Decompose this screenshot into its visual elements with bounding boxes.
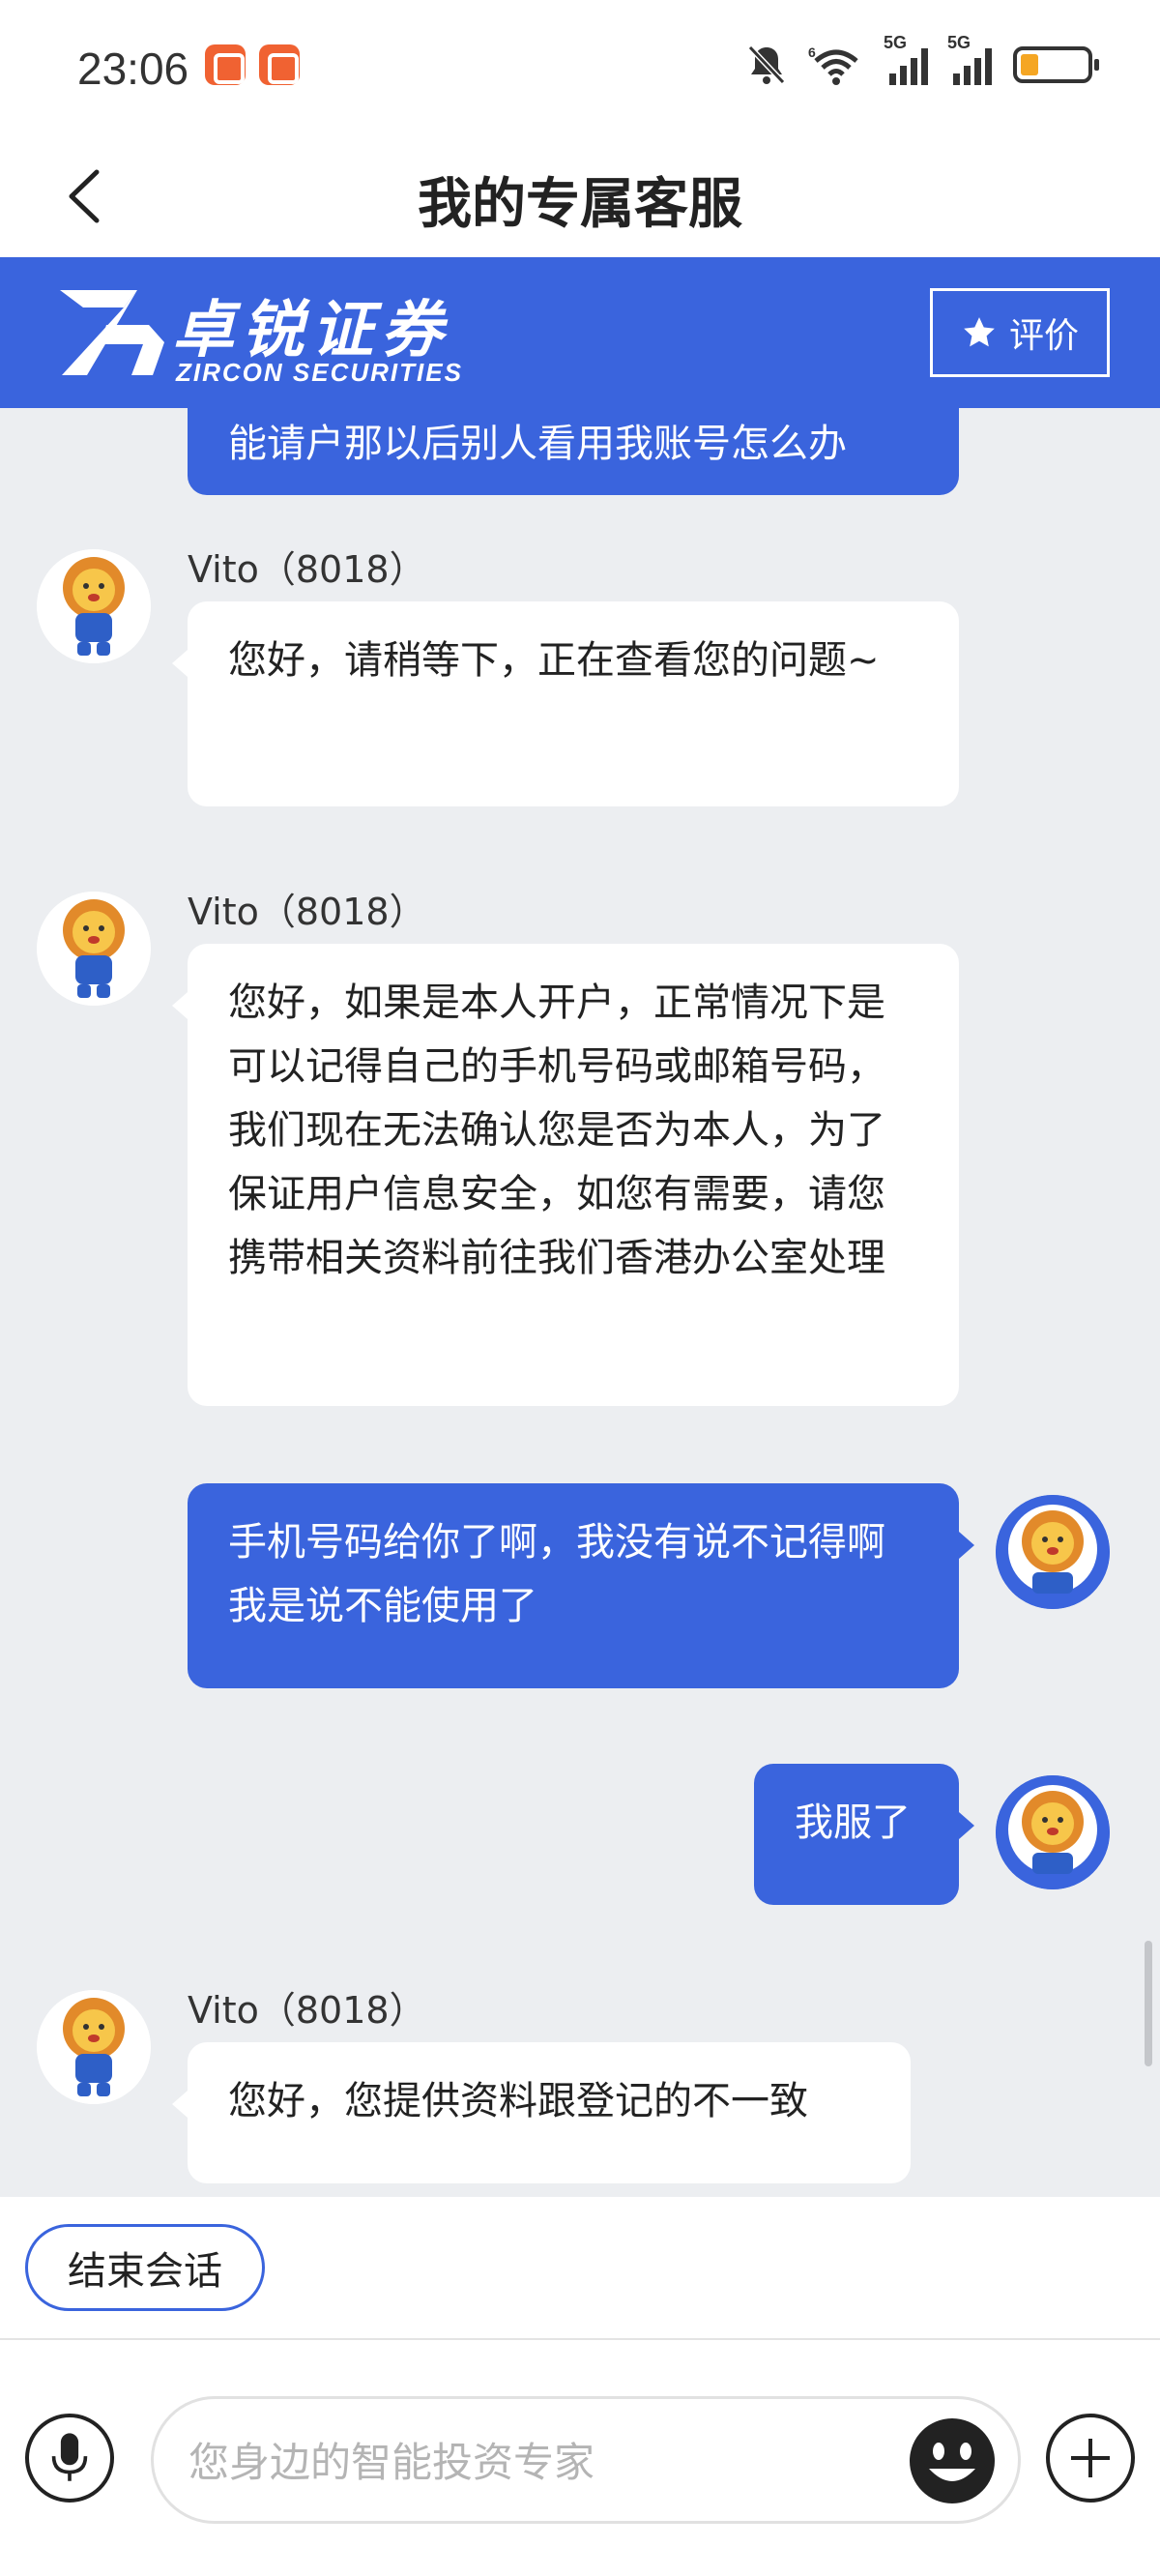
agent-name: Vito（8018） <box>188 548 426 591</box>
battery-icon <box>1013 46 1099 83</box>
agent-name: Vito（8018） <box>188 891 426 933</box>
cellular-signal-2-icon: 5G <box>947 33 992 85</box>
microphone-icon[interactable] <box>25 2414 114 2503</box>
plus-icon[interactable] <box>1046 2414 1135 2503</box>
chat-scrollbar[interactable] <box>1145 1941 1152 2066</box>
agent-message-bubble: 您好，如果是本人开户，正常情况下是可以记得自己的手机号码或邮箱号码，我们现在无法… <box>172 944 959 1406</box>
smiley-icon[interactable] <box>906 2415 999 2507</box>
brand-name-en: ZIRCON SECURITIES <box>176 358 463 387</box>
agent-message-bubble: 您好，请稍等下，正在查看您的问题~ <box>172 601 959 806</box>
user-message-bubble: 手机号码给你了啊，我没有说不记得啊我是说不能使用了 <box>188 1483 974 1688</box>
agent-avatar[interactable] <box>37 892 151 1006</box>
user-avatar[interactable] <box>996 1495 1110 1609</box>
svg-text:6: 6 <box>808 44 816 60</box>
agent-avatar[interactable] <box>37 549 151 663</box>
agent-name: Vito（8018） <box>188 1989 426 2032</box>
app-notification-icon <box>205 44 246 85</box>
message-input[interactable] <box>188 2428 846 2496</box>
user-message-bubble: 能请户那以后别人看用我账号怎么办 <box>188 408 959 495</box>
rate-button-label: 评价 <box>1008 316 1079 356</box>
status-time: 23:06 <box>77 44 189 94</box>
status-bar: 23:06 6 5G 5G <box>0 0 1160 135</box>
zircon-logo-icon <box>60 290 164 375</box>
end-session-button[interactable]: 结束会话 <box>25 2224 265 2311</box>
user-avatar[interactable] <box>996 1775 1110 1889</box>
page-title: 我的专属客服 <box>418 173 742 236</box>
quick-action-bar: 结束会话 <box>0 2197 1160 2340</box>
brand-banner: 卓锐证券 ZIRCON SECURITIES 评价 <box>0 257 1160 408</box>
status-icons: 6 5G 5G <box>746 33 1099 89</box>
agent-message-bubble: 您好，您提供资料跟登记的不一致 <box>172 2042 911 2183</box>
cellular-signal-1-icon: 5G <box>884 33 928 85</box>
message-input-container[interactable] <box>151 2396 1021 2524</box>
app-notification-icon <box>259 44 300 85</box>
rate-button[interactable]: 评价 <box>930 288 1110 377</box>
brand-name-cn: 卓锐证券 <box>172 295 450 366</box>
star-icon <box>964 317 995 347</box>
input-bar <box>0 2340 1160 2576</box>
mute-bell-icon <box>747 44 786 85</box>
user-message-bubble: 我服了 <box>754 1764 974 1905</box>
chat-area[interactable]: 能请户那以后别人看用我账号怎么办 Vito（8018） 您好，请稍等下，正在查看… <box>0 408 1160 2197</box>
wifi-icon: 6 <box>808 44 858 85</box>
agent-avatar[interactable] <box>37 1990 151 2104</box>
page-header: 我的专属客服 <box>0 135 1160 257</box>
